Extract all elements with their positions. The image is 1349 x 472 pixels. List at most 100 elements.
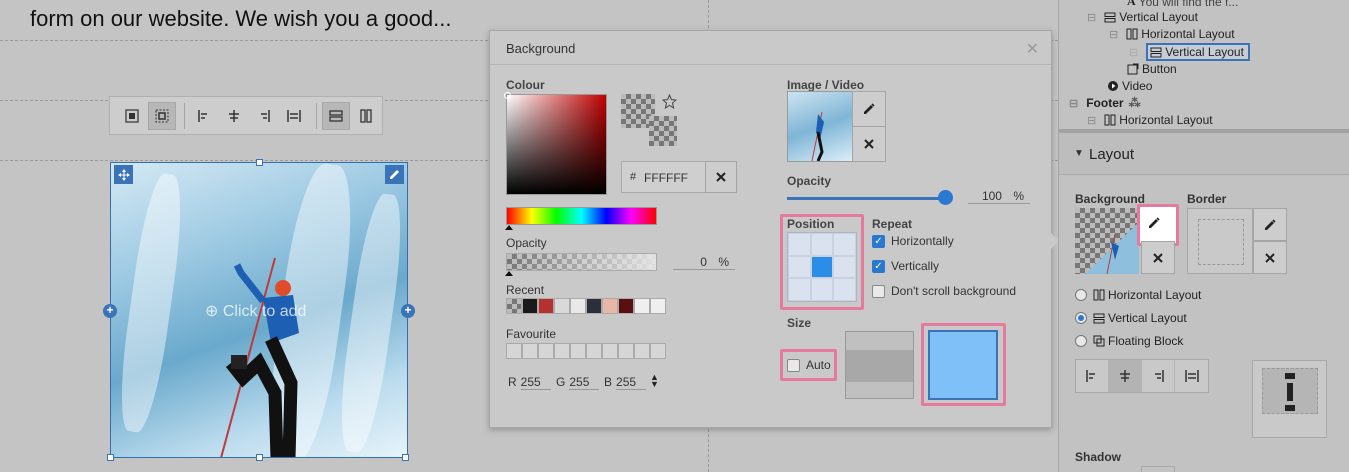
recent-colour-swatch[interactable] (538, 298, 554, 314)
resize-handle-top[interactable] (256, 159, 263, 166)
border-preview[interactable] (1187, 208, 1253, 274)
vertical-layout-icon[interactable] (322, 101, 351, 130)
collapse-icon[interactable]: ⊟ (1087, 11, 1096, 24)
recent-colour-swatch[interactable] (586, 298, 602, 314)
r-field[interactable]: R 255 (508, 375, 551, 390)
edit-media-button[interactable] (852, 91, 886, 127)
add-left-icon[interactable]: + (103, 304, 117, 318)
repeat-vertically-checkbox[interactable]: ✓ Vertically (872, 259, 939, 273)
layout-section-header[interactable]: ▼ Layout (1059, 133, 1349, 175)
radio-selected-icon[interactable] (1075, 312, 1087, 324)
media-opacity-slider-thumb[interactable] (938, 190, 953, 205)
tree-item-horizontal-layout[interactable]: ⊟ Horizontal Layout (1109, 27, 1235, 41)
position-bottom-right[interactable] (833, 278, 856, 301)
edit-pencil-icon[interactable] (385, 165, 404, 184)
g-value[interactable]: 255 (569, 375, 600, 390)
favourite-colour-swatch[interactable] (618, 343, 634, 359)
collapse-icon[interactable]: ⊟ (1129, 46, 1138, 59)
favourite-colour-swatch[interactable] (602, 343, 618, 359)
b-field[interactable]: B 255 (604, 375, 647, 390)
add-right-icon[interactable]: + (401, 304, 415, 318)
align-center-icon[interactable] (220, 102, 248, 130)
recent-colour-swatch[interactable] (554, 298, 570, 314)
tree-item-button[interactable]: Button (1127, 62, 1177, 76)
checkbox-unchecked-icon[interactable] (787, 358, 800, 372)
favourite-colour-swatch[interactable] (554, 343, 570, 359)
repeat-horizontally-checkbox[interactable]: ✓ Horizontally (872, 234, 954, 248)
position-top-right[interactable] (833, 233, 856, 256)
recent-colour-swatch[interactable] (618, 298, 634, 314)
dont-scroll-checkbox[interactable]: Don't scroll background (872, 284, 1016, 298)
opacity-input[interactable]: 0 % (673, 255, 735, 270)
media-opacity-slider[interactable] (787, 197, 947, 200)
tree-item-vertical-layout-selected[interactable]: ⊟ Vertical Layout (1129, 43, 1250, 61)
hex-input[interactable]: # FFFFFF (621, 161, 707, 193)
position-top-left[interactable] (788, 233, 811, 256)
size-contain-option[interactable] (928, 330, 998, 400)
r-value[interactable]: 255 (520, 375, 551, 390)
colour-cursor[interactable] (504, 92, 511, 99)
edit-border-button[interactable] (1253, 208, 1287, 241)
rgb-mode-toggle-icon[interactable]: ▲ ▼ (650, 373, 659, 389)
background-preview[interactable] (1075, 208, 1139, 274)
recent-colour-swatch[interactable] (650, 298, 666, 314)
tree-item-text[interactable]: A You will find the f... (1127, 0, 1238, 9)
radio-unselected-icon[interactable] (1075, 289, 1087, 301)
media-opacity-input[interactable]: 100 % (968, 189, 1030, 204)
margin-icon[interactable] (118, 102, 146, 130)
headline-text[interactable]: form on our website. We wish you a good.… (30, 6, 451, 32)
recent-colour-swatch[interactable] (634, 298, 650, 314)
align-justify-icon[interactable] (280, 102, 308, 130)
recent-colour-swatch[interactable] (602, 298, 618, 314)
align-bottom-icon[interactable] (1142, 360, 1175, 392)
position-top-center[interactable] (810, 233, 834, 256)
click-to-add-hint[interactable]: ⊕ Click to add (205, 301, 306, 321)
position-grid[interactable] (787, 232, 857, 302)
recent-colour-swatch[interactable] (506, 298, 522, 314)
favourite-colour-swatch[interactable] (538, 343, 554, 359)
tree-item-footer[interactable]: ⊟ Footer ⁂ (1069, 96, 1141, 110)
opacity-slider[interactable] (506, 253, 657, 271)
resize-handle-bottom-left[interactable] (107, 454, 114, 461)
recent-colour-swatch[interactable] (522, 298, 538, 314)
align-stretch-icon[interactable] (1175, 360, 1208, 392)
position-bottom-left[interactable] (788, 278, 811, 301)
remove-border-button[interactable] (1253, 241, 1287, 274)
checkbox-unchecked-icon[interactable] (872, 284, 885, 298)
collapse-icon[interactable]: ⊟ (1069, 97, 1078, 110)
colour-picker-square[interactable] (504, 92, 607, 195)
align-middle-icon[interactable] (1109, 360, 1142, 392)
favourite-colour-swatch[interactable] (634, 343, 650, 359)
radio-horizontal-layout[interactable]: Horizontal Layout (1075, 288, 1201, 302)
tree-item-video[interactable]: Video (1107, 79, 1152, 93)
favourite-colour-swatch[interactable] (522, 343, 538, 359)
move-icon[interactable] (114, 165, 133, 184)
tree-item-horizontal-layout-2[interactable]: ⊟ Horizontal Layout (1087, 113, 1213, 127)
collapse-icon[interactable]: ⊟ (1109, 28, 1118, 41)
b-value[interactable]: 255 (616, 375, 647, 390)
position-middle-right[interactable] (833, 255, 856, 279)
position-bottom-center[interactable] (810, 278, 834, 301)
size-cover-option[interactable] (845, 331, 914, 399)
checkbox-checked-icon[interactable]: ✓ (872, 259, 885, 273)
remove-background-button[interactable] (1141, 241, 1175, 274)
radio-unselected-icon[interactable] (1075, 335, 1087, 347)
shadow-control[interactable] (1141, 466, 1175, 472)
resize-handle-bottom[interactable] (256, 454, 263, 461)
align-right-icon[interactable] (250, 102, 278, 130)
favourite-colour-swatch[interactable] (650, 343, 666, 359)
favourite-colour-swatch[interactable] (506, 343, 522, 359)
radio-vertical-layout[interactable]: Vertical Layout (1075, 311, 1187, 325)
align-left-icon[interactable] (191, 102, 219, 130)
align-top-icon[interactable] (1076, 360, 1109, 392)
favourite-colour-swatch[interactable] (570, 343, 586, 359)
radio-floating-block[interactable]: Floating Block (1075, 334, 1183, 348)
checkbox-checked-icon[interactable]: ✓ (872, 234, 885, 248)
chevron-down-icon[interactable]: ▼ (1074, 148, 1084, 159)
position-middle-left[interactable] (788, 255, 811, 279)
star-icon[interactable] (661, 93, 678, 112)
tree-selection[interactable]: Vertical Layout (1146, 43, 1250, 61)
media-thumbnail[interactable] (787, 91, 853, 162)
hue-slider-marker[interactable] (505, 225, 513, 230)
g-field[interactable]: G 255 (556, 375, 600, 390)
